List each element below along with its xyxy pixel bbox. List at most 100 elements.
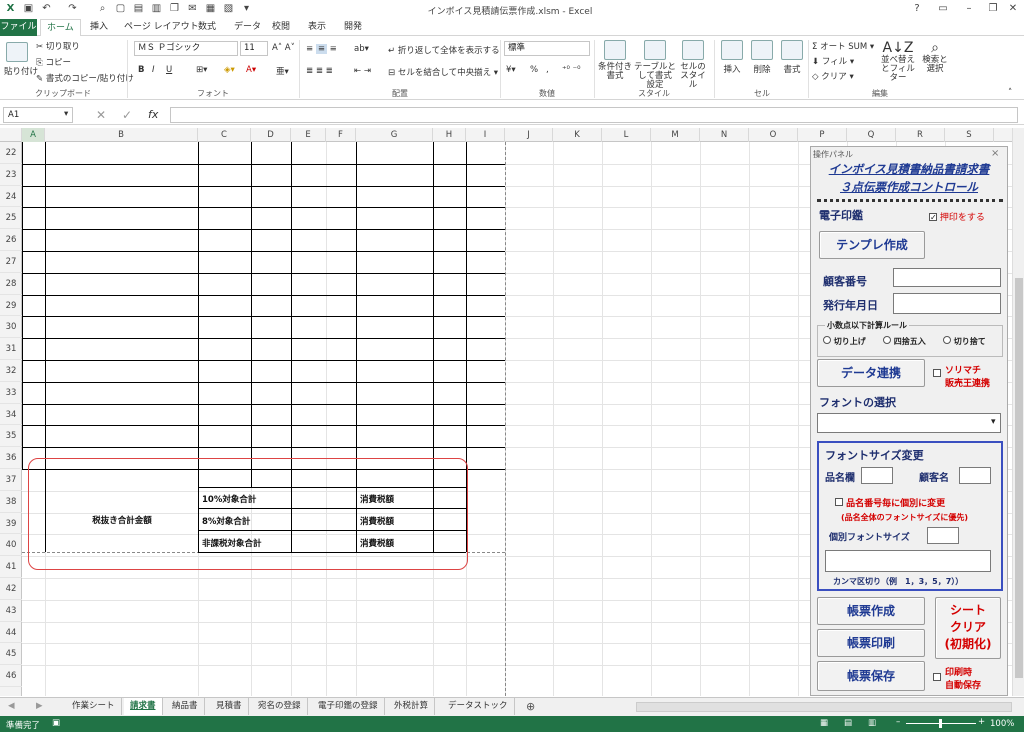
row-header[interactable]: 31 [0, 338, 22, 360]
column-header[interactable]: Q [847, 128, 896, 142]
sheet-tab[interactable]: 見積書 [210, 698, 249, 715]
column-header[interactable]: F [326, 128, 356, 142]
row-header[interactable]: 37 [0, 469, 22, 491]
per-item-checkbox[interactable]: 品名番号毎に個別に変更 [835, 496, 945, 509]
align-left-icon[interactable]: ≣ ≣ ≣ [306, 66, 333, 76]
paste-button[interactable]: 貼り付け [4, 42, 38, 77]
format-painter-button[interactable]: ✎ 書式のコピー/貼り付け [36, 72, 134, 84]
save-icon[interactable]: ▣ [22, 3, 35, 15]
font-select-dropdown[interactable] [817, 413, 1001, 433]
issue-date-input[interactable] [893, 293, 1001, 314]
column-header[interactable]: A [22, 128, 45, 142]
ribbon-display-icon[interactable]: ▭ [930, 0, 956, 19]
collapse-ribbon-icon[interactable]: ˄ [1008, 88, 1012, 98]
name-box[interactable]: A1 [3, 107, 73, 123]
row-header[interactable]: 26 [0, 229, 22, 251]
name-box-dropdown-icon[interactable]: ▾ [64, 109, 68, 119]
scroll-thumb[interactable] [1015, 278, 1023, 678]
column-header[interactable]: H [433, 128, 466, 142]
sheet-clear-button[interactable]: シート クリア (初期化) [935, 597, 1001, 659]
round-down-radio[interactable]: 切り捨て [943, 336, 986, 347]
cut-button[interactable]: ✂ 切り取り [36, 40, 80, 52]
font-color-icon[interactable]: A▾ [246, 65, 256, 75]
italic-button[interactable]: I [152, 65, 155, 75]
column-header[interactable]: S [945, 128, 994, 142]
column-header[interactable]: D [251, 128, 291, 142]
decimal-icon[interactable]: ⁺⁰ ⁻⁰ [562, 65, 581, 75]
undo-icon[interactable]: ↶ [40, 3, 53, 15]
tab-view[interactable]: 表示 [302, 19, 332, 36]
redo-icon[interactable]: ↷ [66, 3, 79, 15]
item-col-size-input[interactable] [861, 467, 893, 484]
sheet-tab[interactable]: データストック [442, 698, 515, 715]
page-layout-view-icon[interactable]: ▤ [844, 718, 852, 728]
column-header[interactable]: R [896, 128, 945, 142]
open-file-icon[interactable]: ▤ [132, 3, 145, 15]
row-header[interactable]: 28 [0, 273, 22, 295]
folder-icon[interactable]: ▥ [150, 3, 163, 15]
customize-icon[interactable]: ▾ [240, 3, 253, 15]
sheet-tab[interactable]: 作業シート [66, 698, 122, 715]
create-form-button[interactable]: 帳票作成 [817, 597, 925, 625]
row-header[interactable]: 46 [0, 665, 22, 687]
find-select-button[interactable]: ⌕ 検索と選択 [920, 40, 950, 74]
chevron-down-icon[interactable]: ▾ [991, 417, 996, 427]
row-header[interactable]: 42 [0, 578, 22, 600]
row-header[interactable]: 44 [0, 622, 22, 644]
panel-close-button[interactable]: × [991, 148, 999, 159]
row-header[interactable]: 36 [0, 447, 22, 469]
zoom-thumb[interactable] [939, 719, 942, 728]
enter-icon[interactable]: ✓ [122, 108, 132, 122]
column-header[interactable]: E [291, 128, 326, 142]
row-header[interactable]: 35 [0, 425, 22, 448]
row-header[interactable]: 32 [0, 360, 22, 382]
fill-color-icon[interactable]: ◈▾ [224, 65, 235, 75]
number-format-dropdown[interactable]: 標準 [504, 41, 590, 56]
print-form-button[interactable]: 帳票印刷 [817, 629, 925, 657]
format-as-table-button[interactable]: テーブルとして書式設定 [634, 40, 676, 90]
template-create-button[interactable]: テンプレ作成 [819, 231, 925, 259]
fill-button[interactable]: ⬇ フィル ▾ [812, 55, 854, 67]
row-header[interactable]: 30 [0, 316, 22, 339]
tab-file[interactable]: ファイル [0, 19, 37, 36]
row-header[interactable]: 24 [0, 186, 22, 208]
row-header[interactable]: 39 [0, 513, 22, 535]
macro-record-icon[interactable]: ▣ [52, 718, 60, 728]
orientation-icon[interactable]: ab▾ [354, 44, 369, 54]
sorimachi-checkbox[interactable] [933, 369, 941, 380]
help-icon[interactable]: ? [904, 0, 930, 19]
formula-input[interactable] [170, 107, 1018, 123]
vertical-scrollbar[interactable] [1012, 128, 1024, 696]
font-name-dropdown[interactable]: ＭＳ Ｐゴシック [134, 41, 238, 56]
print-preview-icon[interactable]: ⌕ [96, 3, 109, 15]
column-header[interactable]: G [356, 128, 433, 142]
row-header[interactable]: 22 [0, 142, 22, 164]
underline-button[interactable]: U [166, 65, 172, 75]
sheet-tab[interactable]: 外税計算 [388, 698, 436, 715]
font-size-dropdown[interactable]: 11 [240, 41, 268, 56]
row-header[interactable]: 41 [0, 556, 22, 578]
sheet-tab-active[interactable]: 請求書 [124, 698, 163, 715]
percent-button[interactable]: % [530, 65, 538, 75]
cell-styles-button[interactable]: セルのスタイル [678, 40, 708, 90]
wrap-text-button[interactable]: ↵ 折り返して全体を表示する [388, 44, 500, 56]
table-icon[interactable]: ▧ [222, 3, 235, 15]
column-header[interactable]: K [553, 128, 602, 142]
cust-name-size-input[interactable] [959, 467, 991, 484]
minimize-button[interactable]: – [956, 0, 982, 19]
indent-icon[interactable]: ⇤ ⇥ [354, 66, 371, 76]
tab-formulas[interactable]: 数式 [192, 19, 222, 36]
align-top-icon[interactable]: ≡ ≡ ≡ [306, 44, 337, 54]
column-header[interactable]: J [505, 128, 553, 142]
indiv-size-input[interactable] [927, 527, 959, 544]
customer-no-input[interactable] [893, 268, 1001, 287]
column-header[interactable]: L [602, 128, 651, 142]
sheet-tab[interactable]: 納品書 [166, 698, 205, 715]
phonetic-icon[interactable]: 亜▾ [276, 65, 289, 77]
select-all-corner[interactable] [0, 128, 22, 142]
column-header[interactable]: I [466, 128, 505, 142]
tab-scroll-right-icon[interactable]: ▶ [36, 701, 43, 711]
add-sheet-icon[interactable]: ⊕ [526, 700, 535, 713]
merge-center-button[interactable]: ⊟ セルを結合して中央揃え ▾ [388, 66, 498, 78]
sheet-tab[interactable]: 電子印鑑の登録 [312, 698, 385, 715]
